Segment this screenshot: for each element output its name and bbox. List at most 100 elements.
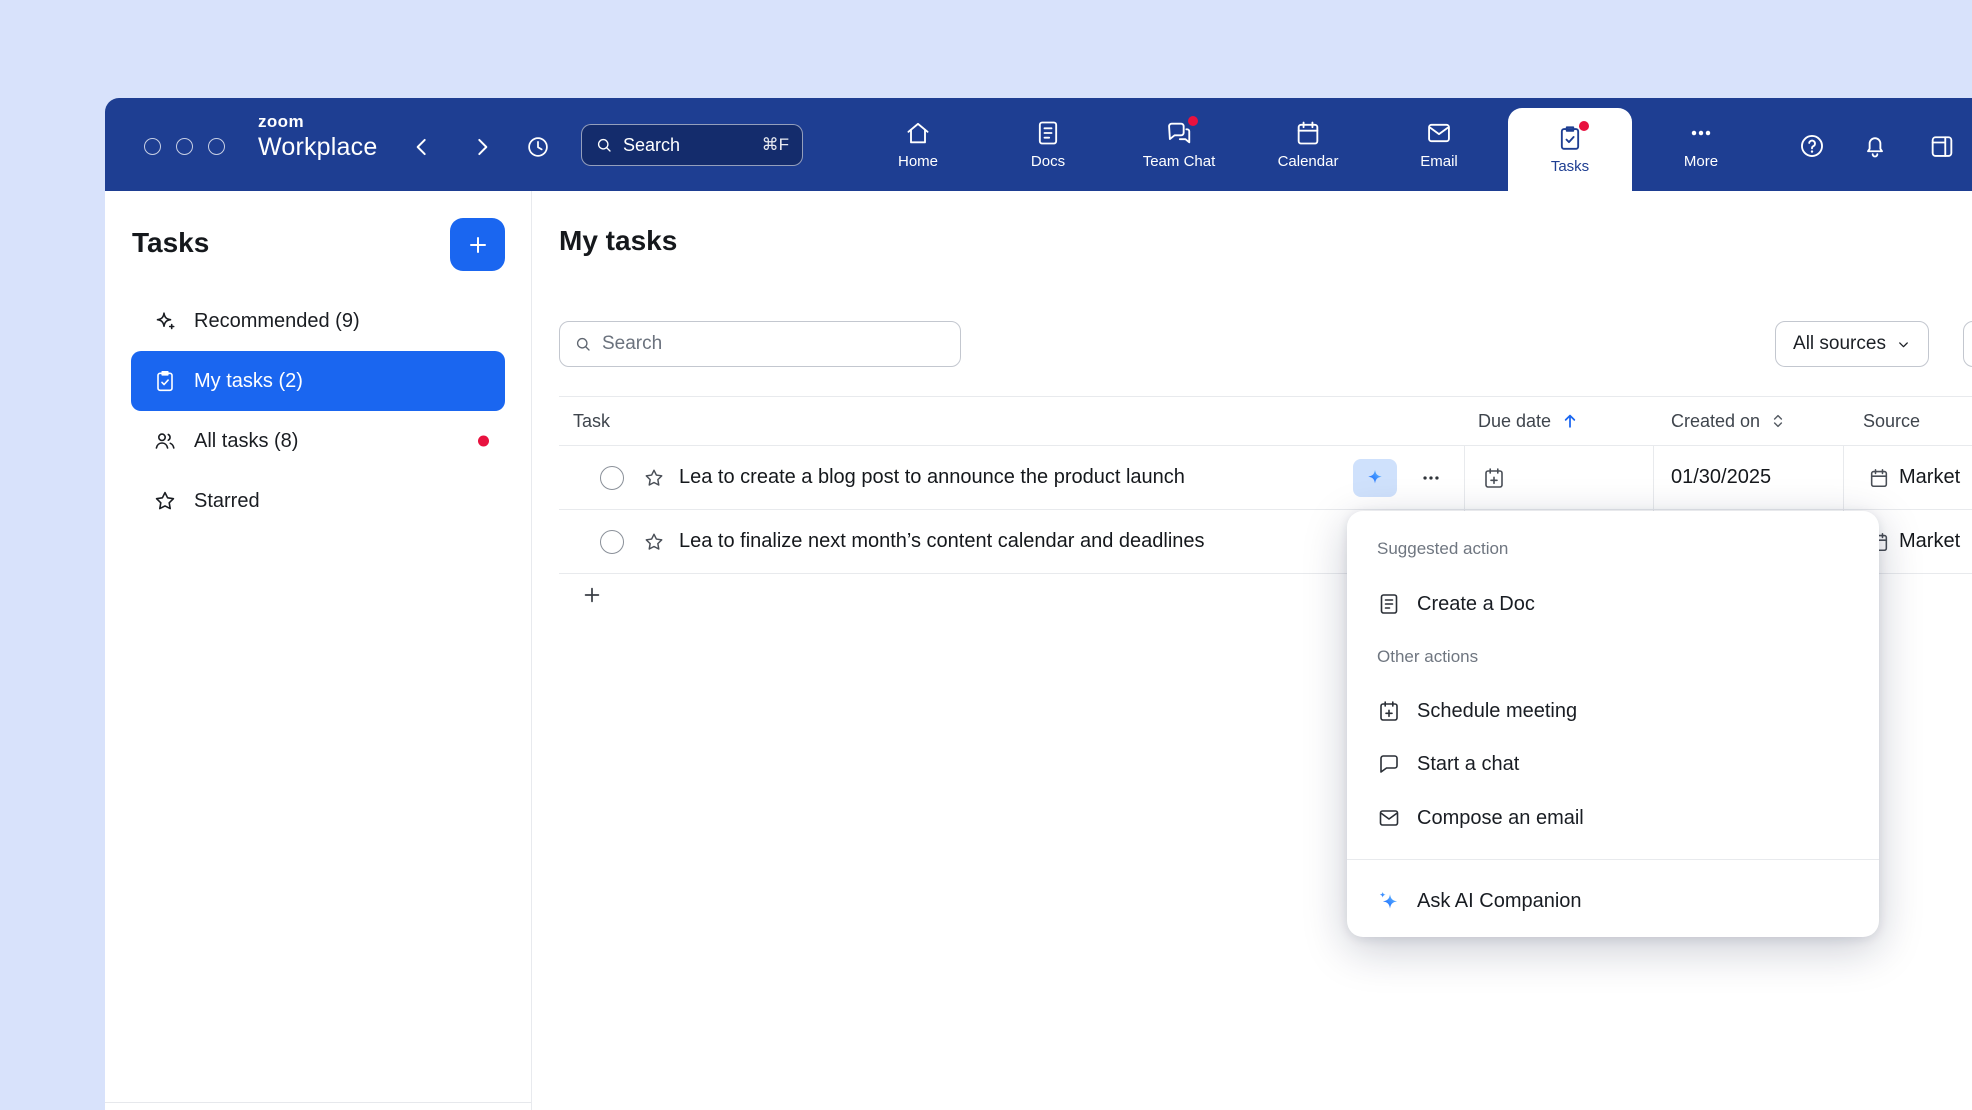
add-row-button[interactable]	[576, 579, 608, 611]
global-search[interactable]: Search ⌘F	[581, 124, 803, 166]
people-icon	[153, 429, 177, 453]
nav-more-label: More	[1684, 153, 1718, 170]
nav-tasks[interactable]: Tasks	[1508, 108, 1632, 191]
clipboard-check-icon	[153, 369, 177, 393]
menu-item-ask-ai-companion[interactable]: Ask AI Companion	[1377, 880, 1859, 922]
top-navigation-bar: zoom Workplace Search ⌘F Home	[105, 98, 1972, 191]
sparkle-icon	[153, 309, 177, 333]
sidebar-item-starred[interactable]: Starred	[131, 471, 505, 531]
nav-team-chat[interactable]: Team Chat	[1124, 98, 1234, 191]
logo-zoom: zoom	[258, 112, 377, 132]
add-due-date-icon[interactable]	[1482, 466, 1506, 490]
add-task-button[interactable]	[450, 218, 505, 271]
task-title[interactable]: Lea to create a blog post to announce th…	[679, 446, 1185, 509]
created-on-cell: 01/30/2025	[1671, 446, 1771, 509]
doc-icon	[1377, 592, 1401, 616]
menu-item-label: Create a Doc	[1417, 593, 1535, 616]
nav-calendar-label: Calendar	[1278, 153, 1339, 170]
window-control-minimize[interactable]	[176, 138, 193, 155]
source-calendar-icon	[1868, 467, 1890, 489]
nav-docs[interactable]: Docs	[993, 98, 1103, 191]
menu-item-label: Start a chat	[1417, 753, 1519, 776]
email-icon	[1425, 119, 1453, 147]
docs-icon	[1034, 119, 1062, 147]
menu-item-compose-email[interactable]: Compose an email	[1377, 797, 1859, 839]
sidebar-item-recommended[interactable]: Recommended (9)	[131, 291, 505, 351]
calendar-icon	[1294, 119, 1322, 147]
sort-ascending-icon	[1560, 411, 1580, 431]
all-tasks-badge	[478, 436, 489, 447]
nav-email-label: Email	[1420, 153, 1458, 170]
row-more-actions-button[interactable]	[1415, 465, 1447, 491]
menu-item-label: Ask AI Companion	[1417, 890, 1582, 913]
task-complete-checkbox[interactable]	[600, 466, 624, 490]
window-control-zoom[interactable]	[208, 138, 225, 155]
task-search-box[interactable]	[559, 321, 961, 367]
forward-button[interactable]	[469, 134, 495, 160]
help-icon[interactable]	[1798, 132, 1826, 160]
nav-team-chat-label: Team Chat	[1143, 153, 1216, 170]
sources-filter-dropdown[interactable]: All sources	[1775, 321, 1929, 367]
more-icon	[1687, 119, 1715, 147]
star-icon[interactable]	[643, 467, 665, 489]
column-header-created-on[interactable]: Created on	[1671, 397, 1787, 445]
source-cell: Market	[1868, 510, 1960, 573]
notifications-bell-icon[interactable]	[1861, 132, 1889, 160]
nav-home[interactable]: Home	[863, 98, 973, 191]
sort-toggle-icon	[1769, 412, 1787, 430]
source-cell: Market	[1868, 446, 1960, 509]
chat-bubble-icon	[1377, 752, 1401, 776]
nav-email[interactable]: Email	[1384, 98, 1494, 191]
ai-actions-menu: Suggested action Create a Doc Other acti…	[1347, 511, 1879, 937]
sidebar-title: Tasks	[132, 227, 209, 259]
envelope-icon	[1377, 806, 1401, 830]
history-icon[interactable]	[525, 134, 551, 160]
ai-sparkle-icon	[1377, 889, 1401, 913]
sidebar-bottom-divider	[105, 1102, 531, 1103]
sidebar-item-label: All tasks (8)	[194, 430, 298, 453]
search-icon	[595, 136, 613, 154]
column-task-label: Task	[573, 411, 610, 432]
column-source-label: Source	[1863, 411, 1920, 432]
column-header-source[interactable]: Source	[1863, 397, 1920, 445]
sidebar-item-label: Recommended (9)	[194, 310, 360, 333]
app-logo: zoom Workplace	[258, 112, 377, 162]
scheduler-icon[interactable]	[1928, 132, 1956, 160]
search-icon	[574, 335, 592, 353]
nav-more[interactable]: More	[1646, 98, 1756, 191]
tasks-icon	[1556, 124, 1584, 152]
cell-divider	[1653, 446, 1654, 509]
page-title: My tasks	[559, 225, 677, 257]
team-chat-icon	[1165, 119, 1193, 147]
tasks-sidebar: Tasks Recommended (9) My tasks (2)	[105, 191, 532, 1110]
home-icon	[904, 119, 932, 147]
task-title[interactable]: Lea to finalize next month’s content cal…	[679, 510, 1205, 573]
menu-divider	[1347, 859, 1879, 860]
menu-section-other: Other actions	[1377, 647, 1478, 667]
window-control-close[interactable]	[144, 138, 161, 155]
menu-item-schedule-meeting[interactable]: Schedule meeting	[1377, 690, 1859, 732]
source-label: Market	[1899, 530, 1960, 553]
nav-calendar[interactable]: Calendar	[1253, 98, 1363, 191]
sidebar-item-my-tasks[interactable]: My tasks (2)	[131, 351, 505, 411]
sidebar-item-all-tasks[interactable]: All tasks (8)	[131, 411, 505, 471]
column-header-due-date[interactable]: Due date	[1478, 397, 1580, 445]
back-button[interactable]	[409, 134, 435, 160]
source-label: Market	[1899, 466, 1960, 489]
nav-tasks-label: Tasks	[1551, 158, 1589, 175]
column-header-task[interactable]: Task	[573, 397, 610, 445]
star-icon	[153, 489, 177, 513]
sources-filter-label: All sources	[1793, 333, 1886, 355]
task-complete-checkbox[interactable]	[600, 530, 624, 554]
sidebar-nav-list: Recommended (9) My tasks (2) All tasks (…	[131, 291, 505, 531]
search-shortcut: ⌘F	[762, 135, 789, 155]
menu-item-start-chat[interactable]: Start a chat	[1377, 743, 1859, 785]
table-header: Task Due date Created on Source	[559, 396, 1972, 446]
menu-item-create-doc[interactable]: Create a Doc	[1377, 583, 1859, 625]
filter-button-partial[interactable]	[1963, 321, 1972, 367]
menu-item-label: Compose an email	[1417, 807, 1584, 830]
nav-home-label: Home	[898, 153, 938, 170]
search-input[interactable]	[602, 333, 946, 355]
star-icon[interactable]	[643, 531, 665, 553]
ai-companion-button[interactable]	[1353, 459, 1397, 497]
